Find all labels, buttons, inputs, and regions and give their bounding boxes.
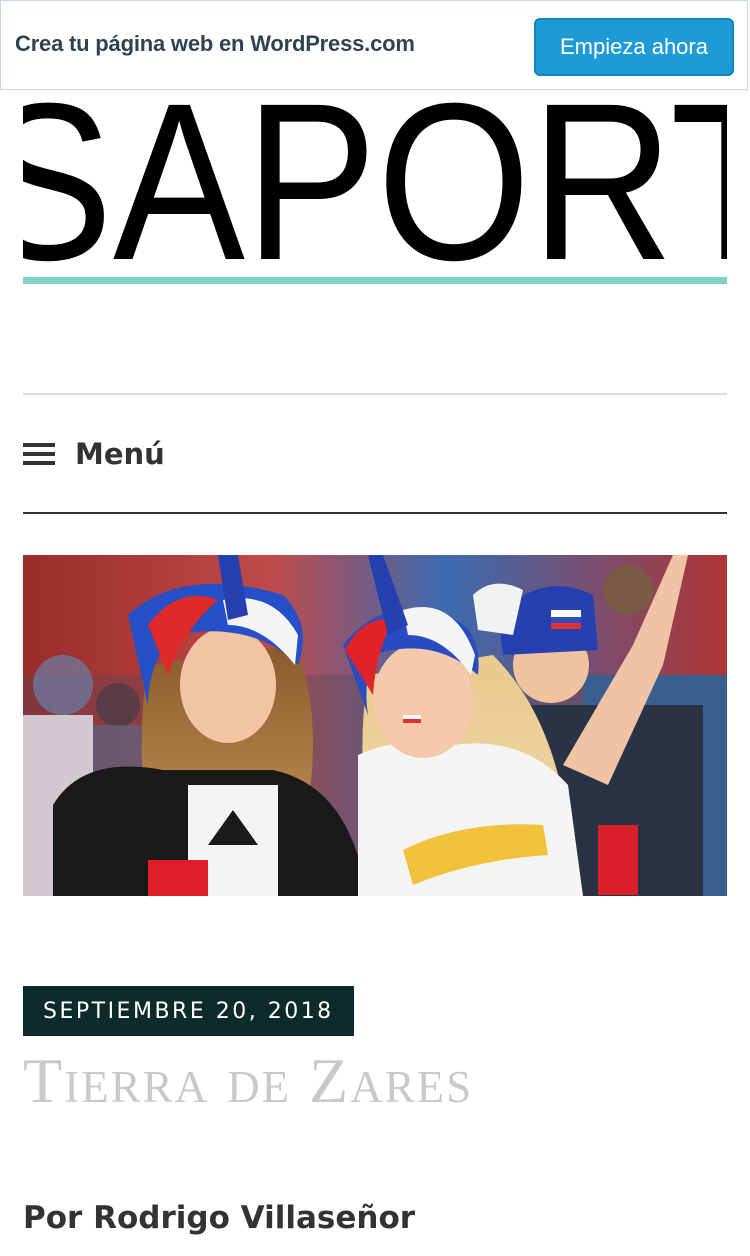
author-link[interactable]: Rodrigo Villaseñor xyxy=(93,1200,415,1236)
promo-text: Crea tu página web en WordPress.com xyxy=(15,31,415,56)
byline-prefix: Por xyxy=(23,1200,83,1236)
start-now-button[interactable]: Empieza ahora xyxy=(534,18,734,76)
post-title[interactable]: Tierra de Zares xyxy=(23,1044,473,1118)
featured-image-graphic xyxy=(23,555,727,896)
site-logo-graphic: SAPORT xyxy=(23,90,727,274)
logo-accent-rule xyxy=(23,277,727,284)
menu-toggle[interactable]: Menú xyxy=(23,430,165,478)
featured-image[interactable] xyxy=(23,555,727,896)
menu-divider xyxy=(23,512,727,514)
logo-text: SAPORT xyxy=(23,90,727,274)
site-logo[interactable]: SAPORT xyxy=(23,90,727,274)
header-divider xyxy=(23,393,727,395)
post-date-link[interactable]: SEPTIEMBRE 20, 2018 xyxy=(23,986,354,1036)
menu-label: Menú xyxy=(75,437,165,471)
hamburger-icon xyxy=(23,443,55,465)
wordpress-promo-banner: Crea tu página web en WordPress.com Empi… xyxy=(0,0,748,90)
post-byline: Por Rodrigo Villaseñor xyxy=(23,1200,415,1236)
